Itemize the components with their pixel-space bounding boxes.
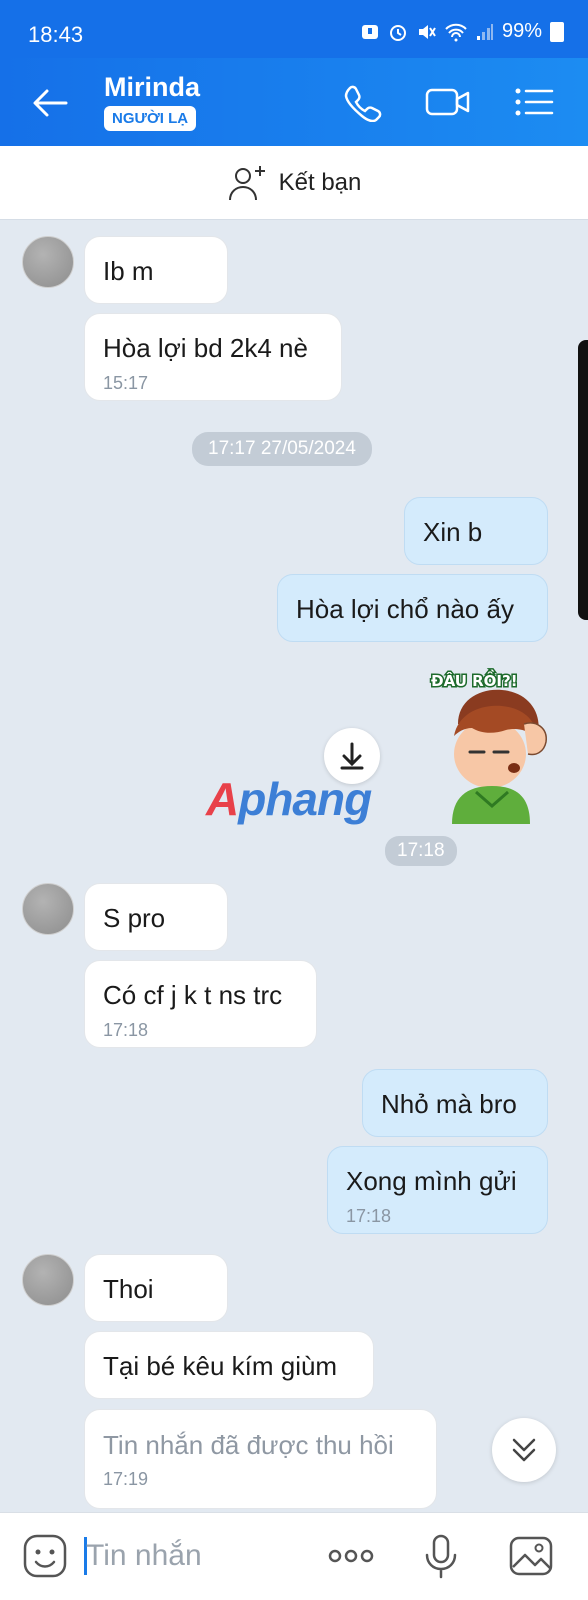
date-separator: 17:17 27/05/2024 [192,432,372,466]
add-friend-label: Kết bạn [278,168,362,196]
message-time: 15:17 [103,373,149,393]
message-bubble[interactable]: S pro [84,883,228,951]
scrollbar-handle[interactable] [578,340,588,620]
message-bubble[interactable]: Ib m [84,236,228,304]
battery-icon [550,21,564,42]
image-icon[interactable] [508,1533,554,1579]
avatar[interactable] [22,236,74,288]
notification-icon [361,24,378,39]
message-text: Ib m [103,256,154,286]
stranger-badge: NGƯỜI LẠ [104,106,197,131]
message-bubble[interactable]: Xong mình gửi 17:18 [327,1146,548,1234]
message-text: Tin nhắn đã được thu hồi [103,1430,394,1460]
time-separator: 17:18 [385,836,457,866]
phone-icon[interactable] [340,82,384,122]
message-text: Hòa lợi bd 2k4 nè [103,333,308,363]
recalled-message-bubble[interactable]: Tin nhắn đã được thu hồi 17:19 [84,1409,437,1509]
message-bubble[interactable]: Có cf j k t ns trc 17:18 [84,960,317,1048]
watermark: Aphang [206,773,372,825]
sticker-caption: ĐÂU RỒI?! [431,668,518,690]
message-time: 17:18 [346,1206,392,1226]
avatar[interactable] [22,883,74,935]
message-text: Hòa lợi chổ nào ấy [296,594,514,624]
message-bubble[interactable]: Nhỏ mà bro [362,1069,548,1137]
message-bubble[interactable]: Hòa lợi chổ nào ấy [277,574,548,642]
chevron-double-down-icon [512,1438,536,1462]
message-composer [0,1512,588,1600]
message-text: S pro [103,903,166,933]
status-bar: 18:43 99% [0,0,588,58]
message-text: Nhỏ mà bro [381,1089,517,1119]
status-icons: 99% [360,20,564,43]
message-text: Có cf j k t ns trc [103,980,283,1010]
add-friend-icon [228,165,265,200]
message-bubble[interactable]: Hòa lợi bd 2k4 nè 15:17 [84,313,342,401]
message-text: Thoi [103,1274,154,1304]
message-bubble[interactable]: Tại bé kêu kím giùm [84,1331,374,1399]
mic-icon[interactable] [418,1533,464,1579]
battery-percent: 99% [501,20,542,42]
contact-name[interactable]: Mirinda [104,72,200,103]
more-dots-icon[interactable] [326,1533,376,1579]
message-bubble[interactable]: Thoi [84,1254,228,1322]
signal-icon [476,23,493,40]
mute-icon [418,24,436,39]
video-call-icon[interactable] [424,82,472,122]
chat-header: Mirinda NGƯỜI LẠ [0,58,588,146]
sticker-image[interactable]: ĐÂU RỒI?! [428,664,568,824]
menu-list-icon[interactable] [512,82,556,122]
message-time: 17:19 [103,1469,149,1489]
status-time: 18:43 [28,22,84,47]
message-text: Xin b [423,517,483,547]
message-text: Tại bé kêu kím giùm [103,1351,338,1381]
scroll-to-bottom-button[interactable] [492,1418,556,1482]
chat-area[interactable]: Ib m Hòa lợi bd 2k4 nè 15:17 17:17 27/05… [0,220,588,1512]
message-input[interactable] [86,1535,286,1577]
message-time: 17:18 [103,1020,149,1040]
message-text: Xong mình gửi [346,1166,517,1196]
wifi-icon [445,23,467,41]
message-bubble[interactable]: Xin b [404,497,548,565]
add-friend-bar[interactable]: Kết bạn [0,146,588,220]
alarm-icon [389,24,406,41]
back-arrow-icon[interactable] [30,86,70,120]
avatar[interactable] [22,1254,74,1306]
emoji-icon[interactable] [22,1533,68,1579]
